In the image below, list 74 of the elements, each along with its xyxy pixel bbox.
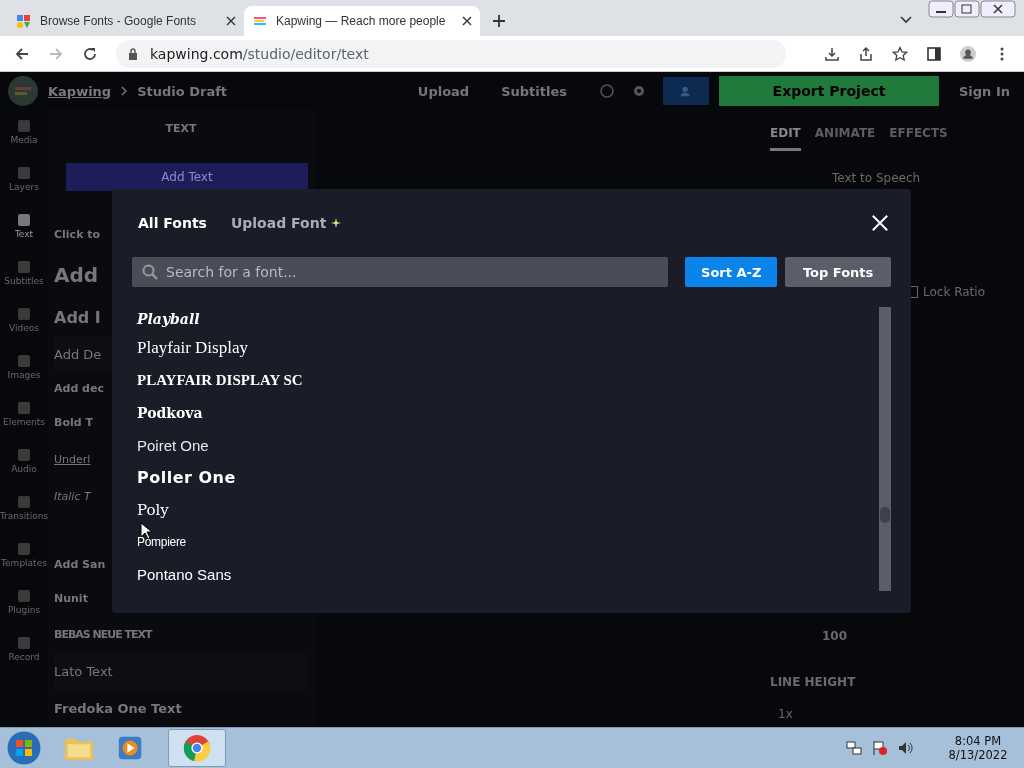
line-height-label: LINE HEIGHT	[770, 675, 857, 689]
panel-title: TEXT	[164, 121, 198, 137]
dialog-tab[interactable]: Upload Font	[230, 215, 343, 231]
font-option[interactable]: Pontano Sans	[137, 558, 879, 592]
font-option[interactable]: Playfair Display	[137, 331, 879, 365]
sign-in-link[interactable]: Sign In	[959, 83, 1010, 99]
share-icon[interactable]	[858, 45, 874, 62]
sort-button[interactable]: Sort A-Z	[685, 257, 778, 287]
sidebar-item[interactable]: Layers	[9, 167, 39, 192]
reload-icon[interactable]	[82, 45, 98, 62]
new-tab-icon[interactable]	[492, 14, 506, 28]
text-preset[interactable]: BEBAS NEUE TEXT	[54, 616, 308, 654]
sidebar-item[interactable]: Media	[10, 120, 38, 145]
clock-time: 8:04 PM	[954, 734, 1002, 748]
side-panel-icon[interactable]	[926, 45, 942, 62]
font-option[interactable]: PLAYFAIR DISPLAY SC	[137, 364, 879, 397]
text-preset[interactable]: Lato Text	[54, 653, 308, 691]
sidebar-item[interactable]: Record	[8, 637, 40, 662]
panel-tab[interactable]: EFFECTS	[889, 126, 948, 151]
sidebar-item[interactable]: Plugins	[7, 590, 41, 615]
project-title: Studio Draft	[137, 83, 228, 99]
sidebar-item[interactable]: Subtitles	[4, 261, 44, 286]
comment-icon[interactable]	[599, 83, 615, 99]
download-icon[interactable]	[824, 45, 840, 62]
header-action[interactable]: Upload	[417, 83, 470, 99]
star-icon[interactable]	[892, 45, 908, 62]
header-action[interactable]: Subtitles	[501, 83, 567, 99]
chevron-down-icon[interactable]	[900, 16, 912, 24]
font-option[interactable]: Poly	[137, 493, 879, 527]
brand-link[interactable]: Kapwing	[48, 83, 112, 99]
sidebar-item[interactable]: Audio	[11, 449, 37, 474]
text-to-speech-button[interactable]: Text to Speech	[832, 171, 1010, 185]
scrollbar[interactable]	[879, 307, 891, 591]
line-height-dropdown[interactable]: 1x	[778, 707, 1010, 721]
close-icon[interactable]	[462, 16, 472, 26]
sidebar-item[interactable]: Elements	[3, 402, 45, 427]
browser-tab[interactable]: Kapwing — Reach more people	[244, 6, 480, 36]
close-icon[interactable]	[226, 16, 236, 26]
colorful-logo-icon	[16, 13, 32, 29]
sidebar-item[interactable]: Text	[14, 214, 34, 239]
start-button-icon[interactable]	[6, 730, 42, 766]
window-controls-drawing[interactable]	[928, 0, 1018, 20]
font-option[interactable]: Playball	[137, 307, 879, 332]
lock-icon	[128, 47, 138, 60]
volume-icon[interactable]	[898, 740, 914, 756]
sidebar-item[interactable]: Templates	[1, 543, 47, 568]
clock-date: 8/13/2022	[948, 748, 1008, 762]
search-field[interactable]: Search for a font...	[132, 257, 669, 287]
chevron-right-icon	[121, 86, 128, 96]
sidebar-item[interactable]: Images	[7, 355, 41, 380]
network-icon[interactable]	[846, 740, 862, 756]
export-button[interactable]: Export Project	[719, 76, 939, 106]
add-text-button[interactable]: Add Text	[66, 163, 308, 191]
sidebar-item[interactable]: Videos	[9, 308, 39, 333]
browser-tab[interactable]: Browse Fonts - Google Fonts	[8, 6, 244, 36]
size-value: 100	[822, 629, 849, 643]
address-field[interactable]: kapwing.com/studio/editor/text	[116, 39, 786, 68]
sidebar-item[interactable]: Transitions	[0, 496, 49, 521]
text-preset[interactable]: Fredoka One Text	[54, 690, 308, 728]
settings-icon[interactable]	[631, 83, 647, 99]
logo-icon	[8, 76, 38, 106]
browser-icon[interactable]	[182, 734, 212, 762]
flag-icon[interactable]	[872, 740, 888, 756]
panel-tab[interactable]: ANIMATE	[814, 126, 876, 151]
back-arrow-icon[interactable]	[14, 45, 30, 62]
profile-icon[interactable]	[960, 45, 976, 62]
font-option[interactable]: Pompiere	[137, 526, 879, 559]
dialog-tab[interactable]: All Fonts	[138, 215, 207, 231]
search-icon	[142, 264, 158, 280]
font-option[interactable]: Podkova	[137, 396, 879, 429]
sort-button[interactable]: Top Fonts	[785, 257, 891, 287]
font-option[interactable]: Poller One	[137, 461, 879, 494]
font-option[interactable]: Poiret One	[137, 429, 879, 462]
panel-tab[interactable]: EDIT	[770, 126, 801, 151]
